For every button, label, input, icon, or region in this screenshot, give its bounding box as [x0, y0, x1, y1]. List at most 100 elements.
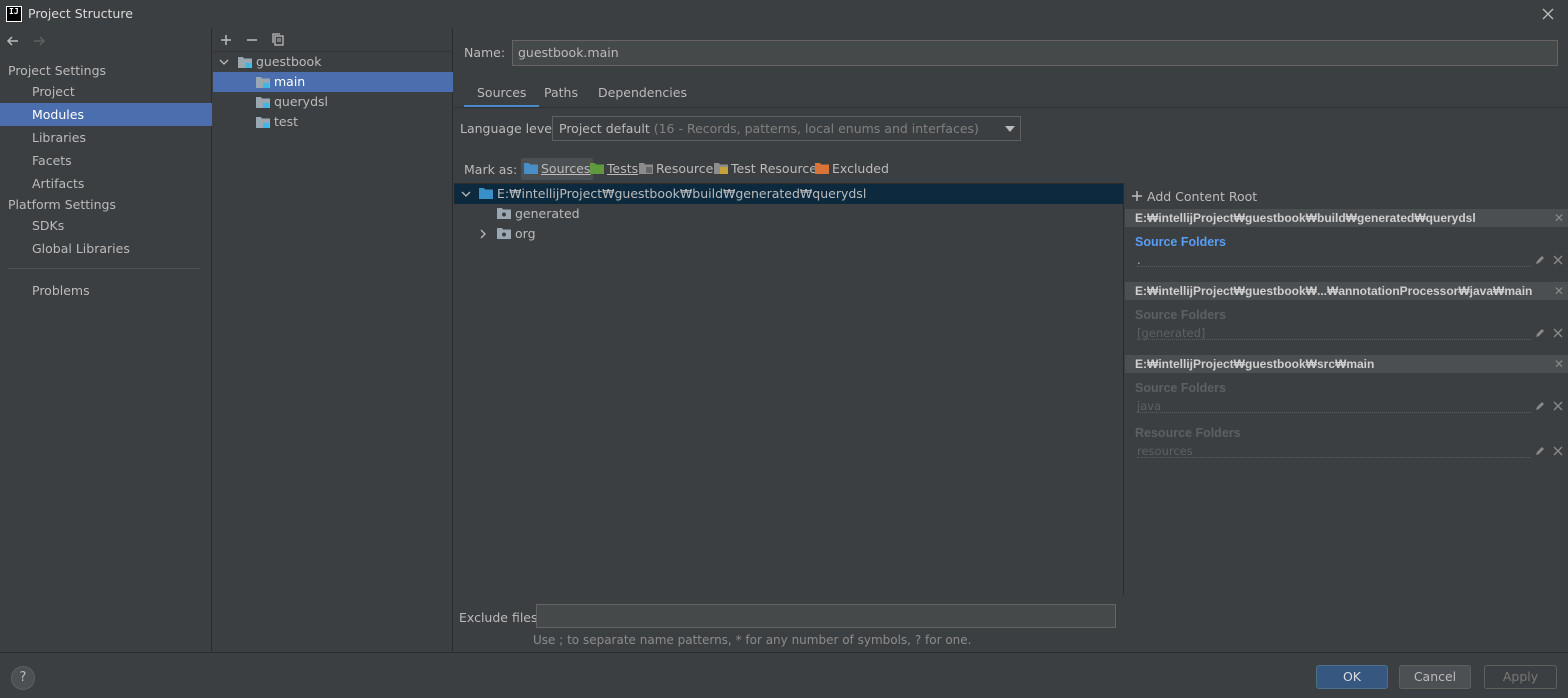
module-tree-item-querydsl[interactable]: querydsl	[213, 92, 453, 112]
dialog-footer: ? OK Cancel Apply	[0, 652, 1568, 698]
close-icon[interactable]	[1553, 401, 1563, 411]
exclude-files-label: Exclude files:	[459, 610, 542, 625]
content-root-path: E:₩intellijProject₩guestbook₩...₩annotat…	[1135, 284, 1533, 298]
sidebar-item-libraries[interactable]: Libraries	[0, 126, 212, 149]
mark-tests-button[interactable]: Tests	[587, 158, 638, 180]
sources-folder-icon	[524, 163, 538, 174]
mark-test-resources-button[interactable]: Test Resources	[711, 158, 823, 180]
module-label: test	[274, 114, 299, 129]
package-folder-icon	[497, 208, 511, 219]
module-folder-icon	[256, 77, 270, 88]
module-tree-item-test[interactable]: test	[213, 112, 453, 132]
content-root-header: E:₩intellijProject₩guestbook₩build₩gener…	[1125, 209, 1568, 227]
module-label: querydsl	[274, 94, 329, 109]
source-folders-title: Source Folders	[1135, 235, 1226, 249]
source-folder-entry[interactable]: [generated]	[1137, 326, 1531, 340]
remove-root-icon[interactable]: ✕	[1554, 209, 1564, 227]
sidebar-item-facets[interactable]: Facets	[0, 149, 212, 172]
help-button[interactable]: ?	[11, 666, 35, 690]
file-tree-item-org[interactable]: org	[454, 224, 1123, 244]
cancel-button[interactable]: Cancel	[1399, 665, 1471, 689]
remove-root-icon[interactable]: ✕	[1554, 282, 1564, 300]
mark-sources-button[interactable]: Sources	[521, 158, 594, 180]
forward-button[interactable]	[29, 31, 49, 51]
chevron-down-icon[interactable]	[219, 58, 229, 66]
tab-dependencies[interactable]: Dependencies	[585, 84, 700, 108]
sidebar-item-project[interactable]: Project	[0, 80, 212, 103]
tab-paths[interactable]: Paths	[531, 84, 591, 108]
source-folder-entry[interactable]: java	[1137, 399, 1531, 413]
window-title: Project Structure	[28, 6, 133, 21]
edit-icon[interactable]	[1534, 400, 1546, 412]
file-tree-label: generated	[515, 206, 580, 221]
excluded-folder-icon	[815, 163, 829, 174]
module-tree-item-main[interactable]: main	[213, 72, 453, 92]
close-icon[interactable]	[1553, 328, 1563, 338]
arrow-right-icon	[34, 36, 46, 46]
content-root-header: E:₩intellijProject₩guestbook₩src₩main ✕	[1125, 355, 1568, 373]
copy-module-button[interactable]	[269, 31, 287, 49]
content-root-header: E:₩intellijProject₩guestbook₩...₩annotat…	[1125, 282, 1568, 300]
language-level-hint: (16 - Records, patterns, local enums and…	[653, 121, 979, 136]
close-window-button[interactable]	[1538, 4, 1558, 24]
sidebar-item-modules[interactable]: Modules	[0, 103, 212, 126]
minus-icon	[247, 39, 257, 41]
source-folders-title: Source Folders	[1135, 308, 1226, 322]
tests-folder-icon	[590, 163, 604, 174]
edit-icon[interactable]	[1534, 445, 1546, 457]
back-button[interactable]	[3, 31, 23, 51]
module-label: guestbook	[256, 54, 322, 69]
module-folder-icon	[256, 97, 270, 108]
source-folder-entry[interactable]: .	[1137, 253, 1531, 267]
sidebar-item-problems[interactable]: Problems	[0, 279, 212, 302]
content-root-path: E:₩intellijProject₩guestbook₩src₩main	[1135, 357, 1375, 371]
exclude-files-input[interactable]	[536, 604, 1116, 628]
chevron-right-icon[interactable]	[479, 229, 487, 239]
tabs-divider	[454, 107, 1568, 108]
remove-root-icon[interactable]: ✕	[1554, 355, 1564, 373]
remove-module-button[interactable]	[243, 31, 261, 49]
module-label: main	[274, 74, 306, 89]
close-icon[interactable]	[1553, 255, 1563, 265]
language-level-value: Project default	[559, 121, 650, 136]
chevron-down-icon[interactable]	[461, 190, 471, 198]
mark-test-resources-label: Test Resources	[731, 161, 824, 176]
plus-icon	[1132, 191, 1142, 201]
module-folder-icon	[256, 117, 270, 128]
settings-sidebar: Project Settings Project Modules Librari…	[0, 28, 212, 652]
add-module-button[interactable]	[217, 31, 235, 49]
file-tree-item-generated[interactable]: generated	[454, 204, 1123, 224]
dropdown-arrow-icon	[1005, 126, 1015, 132]
module-tree-item-guestbook[interactable]: guestbook	[213, 52, 453, 72]
sidebar-item-global-libraries[interactable]: Global Libraries	[0, 237, 212, 260]
file-tree-root[interactable]: E:₩intellijProject₩guestbook₩build₩gener…	[454, 184, 1123, 204]
category-platform-settings: Platform Settings	[8, 197, 116, 212]
apply-button[interactable]: Apply	[1484, 665, 1557, 689]
add-content-root-button[interactable]: Add Content Root	[1131, 189, 1257, 204]
arrow-left-icon	[6, 36, 18, 46]
close-icon[interactable]	[1553, 446, 1563, 456]
resource-folder-entry[interactable]: resources	[1137, 444, 1531, 458]
sidebar-divider	[8, 268, 200, 269]
category-project-settings: Project Settings	[8, 63, 107, 78]
sidebar-item-sdks[interactable]: SDKs	[0, 214, 212, 237]
package-folder-icon	[497, 228, 511, 239]
module-name-field[interactable]: guestbook.main	[512, 40, 1558, 66]
source-folders-title: Source Folders	[1135, 381, 1226, 395]
resource-folders-title: Resource Folders	[1135, 426, 1241, 440]
mark-excluded-button[interactable]: Excluded	[812, 158, 889, 180]
language-level-select[interactable]: Project default (16 - Records, patterns,…	[552, 116, 1021, 141]
file-tree-label: E:₩intellijProject₩guestbook₩build₩gener…	[497, 186, 867, 201]
mark-resources-button[interactable]: Resources	[636, 158, 720, 180]
edit-icon[interactable]	[1534, 254, 1546, 266]
plus-icon	[221, 35, 231, 45]
ok-button[interactable]: OK	[1316, 665, 1388, 689]
edit-icon[interactable]	[1534, 327, 1546, 339]
sources-folder-icon	[479, 188, 493, 199]
close-icon	[1542, 8, 1554, 20]
tab-sources[interactable]: Sources	[464, 84, 540, 108]
sidebar-item-artifacts[interactable]: Artifacts	[0, 172, 212, 195]
mark-excluded-label: Excluded	[832, 161, 889, 176]
name-label: Name:	[464, 45, 506, 60]
module-editor: Name: guestbook.main Sources Paths Depen…	[454, 28, 1568, 652]
